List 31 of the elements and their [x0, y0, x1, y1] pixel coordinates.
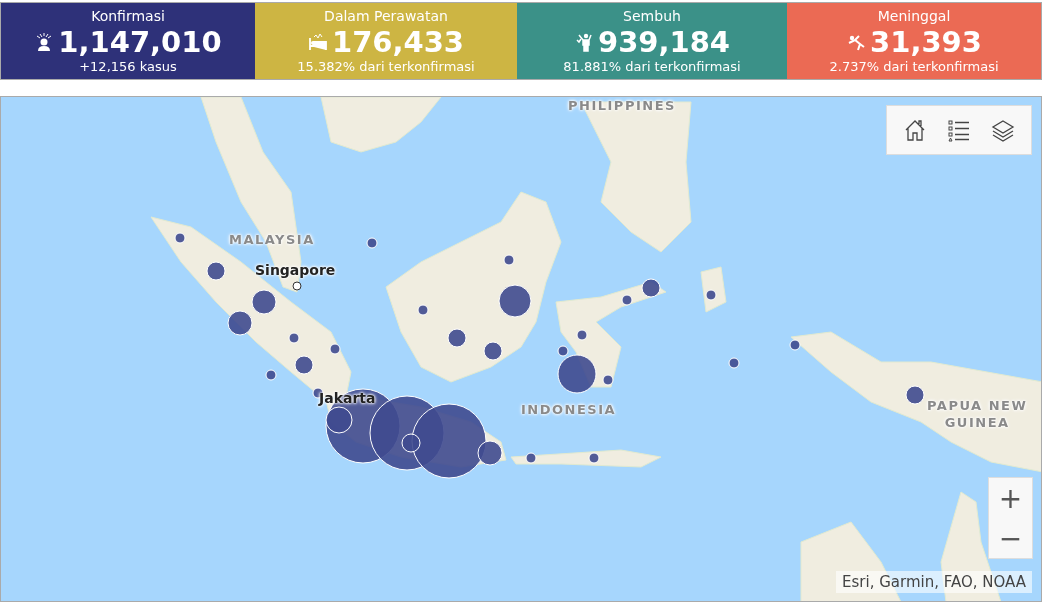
- case-bubble[interactable]: [227, 310, 253, 336]
- stat-value: 176,433: [331, 24, 465, 59]
- stat-label: Konfirmasi: [91, 7, 165, 25]
- case-bubble[interactable]: [325, 406, 353, 434]
- stat-value: 939,184: [597, 24, 731, 59]
- stat-note: 15.382% dari terkonfirmasi: [297, 58, 475, 75]
- cheering-person-icon: [573, 31, 594, 52]
- city-marker: [292, 281, 302, 291]
- case-bubble[interactable]: [411, 403, 487, 479]
- country-label: PAPUA NEW GUINEA: [927, 397, 1028, 431]
- stat-label: Sembuh: [623, 7, 681, 25]
- case-bubble[interactable]: [641, 278, 661, 298]
- stat-label: Dalam Perawatan: [324, 7, 448, 25]
- case-bubble[interactable]: [401, 433, 421, 453]
- stat-label: Meninggal: [877, 7, 951, 25]
- stat-note: 2.737% dari terkonfirmasi: [829, 58, 999, 75]
- case-bubble[interactable]: [477, 440, 503, 466]
- city-label: Singapore: [255, 262, 336, 278]
- country-label: INDONESIA: [521, 401, 617, 418]
- zoom-out-button[interactable]: −: [989, 518, 1032, 558]
- zoom-in-button[interactable]: +: [989, 478, 1032, 518]
- case-bubble[interactable]: [525, 452, 537, 464]
- stat-note: 81.881% dari terkonfirmasi: [563, 58, 741, 75]
- landmass: [700, 266, 727, 313]
- stat-value: 31,393: [870, 24, 982, 59]
- list-icon[interactable]: [946, 117, 972, 143]
- map-attribution: Esri, Garmin, FAO, NOAA: [836, 571, 1032, 593]
- case-bubble[interactable]: [251, 289, 277, 315]
- bed-icon: [307, 31, 328, 52]
- stat-value: 1,147,010: [58, 24, 222, 59]
- stat-note: +12,156 kasus: [79, 58, 177, 75]
